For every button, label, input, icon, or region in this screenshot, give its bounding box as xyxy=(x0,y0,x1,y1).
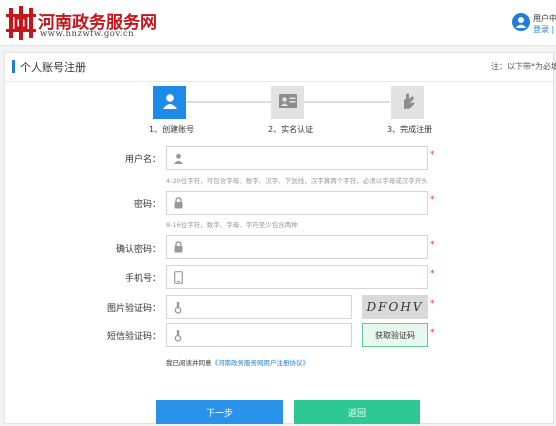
required-star: * xyxy=(430,240,435,250)
user-icon xyxy=(161,92,179,114)
section-title: 个人账号注册 xyxy=(20,61,86,74)
phone-input[interactable] xyxy=(189,267,427,287)
back-button[interactable]: 返回 xyxy=(294,400,420,424)
link-separator: | xyxy=(551,25,555,34)
sms-code-field[interactable] xyxy=(166,323,352,347)
password-input[interactable] xyxy=(189,193,427,213)
agreement-prefix: 我已阅读并同意 xyxy=(166,359,212,367)
step-connector xyxy=(186,101,271,103)
step-1-label: 1、创建账号 xyxy=(149,125,195,134)
step-connector xyxy=(304,101,390,103)
username-label: 用户名： xyxy=(124,155,161,165)
required-star: * xyxy=(430,195,435,205)
username-field[interactable] xyxy=(166,146,428,170)
phone-field[interactable] xyxy=(166,265,428,289)
get-sms-code-button[interactable]: 获取验证码 xyxy=(362,323,428,347)
lock-icon xyxy=(167,192,189,214)
sms-code-label: 短信验证码： xyxy=(106,332,161,342)
password-hint: 8-16位字符，数字、字母、字符至少包含两种 xyxy=(166,221,298,229)
phone-icon xyxy=(167,266,189,288)
section-marker xyxy=(12,60,15,73)
password-label: 密码： xyxy=(133,200,161,210)
required-note: 注：以下带*为必填 xyxy=(491,62,556,71)
required-star: * xyxy=(430,150,435,160)
key-icon xyxy=(167,296,189,318)
id-card-icon xyxy=(278,93,298,113)
lock-icon xyxy=(167,236,189,258)
login-link-label[interactable]: 登录 xyxy=(533,25,549,34)
step-1-indicator xyxy=(153,86,186,119)
phone-label: 手机号： xyxy=(124,274,161,284)
next-step-button[interactable]: 下一步 xyxy=(156,400,283,424)
username-input[interactable] xyxy=(189,148,427,168)
step-2-label: 2、实名认证 xyxy=(268,125,314,134)
step-3-indicator xyxy=(391,86,424,119)
captcha-image[interactable]: DFOHV xyxy=(362,295,428,319)
agreement-link[interactable]: 《河南政务服务网用户注册协议》 xyxy=(212,359,310,367)
image-code-field[interactable] xyxy=(166,295,352,319)
required-star: * xyxy=(430,269,435,279)
step-2-indicator xyxy=(271,86,304,119)
user-icon xyxy=(167,147,189,169)
section-header xyxy=(4,52,554,82)
user-center-title: 用户中 xyxy=(533,14,556,23)
agreement-text: 我已阅读并同意《河南政务服务网用户注册协议》 xyxy=(166,357,309,367)
login-link[interactable]: 登录 | xyxy=(533,24,554,35)
required-star: * xyxy=(430,299,435,309)
logo-icon xyxy=(6,6,36,40)
sms-code-input[interactable] xyxy=(189,325,351,345)
confirm-password-field[interactable] xyxy=(166,235,428,259)
user-avatar-icon[interactable] xyxy=(512,13,530,31)
image-code-input[interactable] xyxy=(189,297,351,317)
step-3-label: 3、完成注册 xyxy=(387,125,433,134)
site-domain: www.hnzwfw.gov.cn xyxy=(40,29,135,39)
username-hint: 4-20位字符，可包含字母、数字、汉字、下划线，汉字算两个字符，必须以字母或汉字… xyxy=(166,177,428,185)
hand-icon xyxy=(399,92,417,114)
key-icon xyxy=(167,324,189,346)
required-star: * xyxy=(430,328,435,338)
image-code-label: 图片验证码： xyxy=(106,304,161,314)
confirm-password-label: 确认密码： xyxy=(115,245,161,255)
confirm-password-input[interactable] xyxy=(189,237,427,257)
password-field[interactable] xyxy=(166,191,428,215)
